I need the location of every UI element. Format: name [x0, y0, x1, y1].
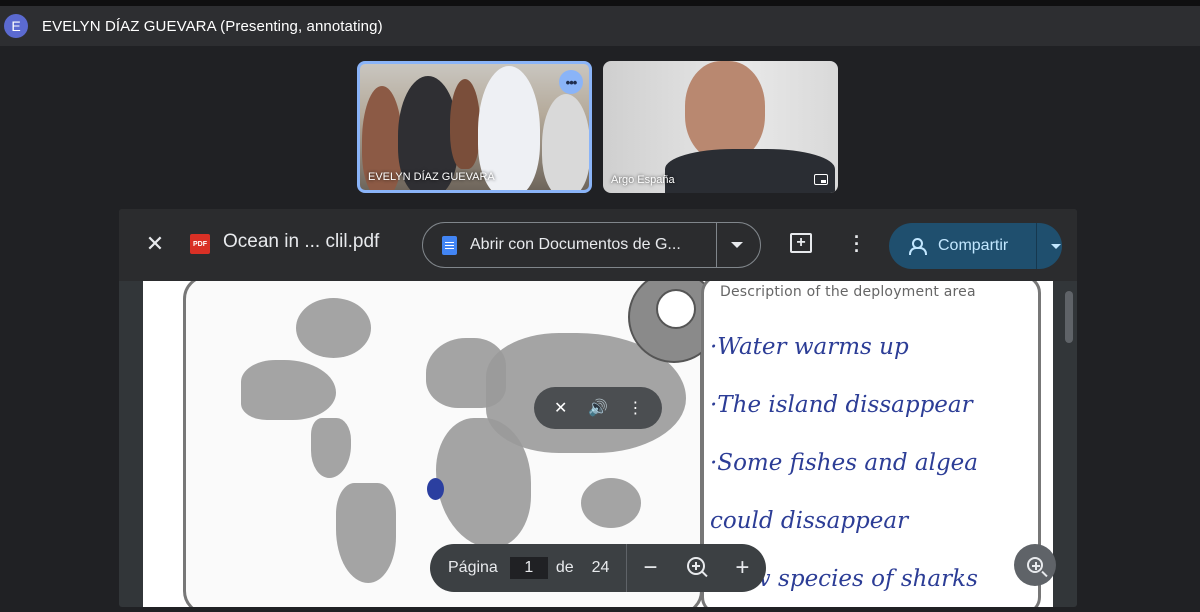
page-number-input[interactable]: 1: [509, 557, 548, 579]
viewer-toolbar: ✕ PDF Ocean in ... clil.pdf Abrir con Do…: [119, 209, 1077, 281]
volume-icon[interactable]: 🔊: [585, 398, 611, 418]
note-line: ·Some fishes and algea: [710, 450, 979, 476]
map-landmass: [241, 360, 336, 420]
pdf-icon: PDF: [190, 234, 210, 254]
scrollbar[interactable]: [1065, 291, 1073, 343]
add-comment-icon[interactable]: +: [790, 233, 812, 253]
map-landmass: [296, 298, 371, 358]
divider: [1036, 223, 1037, 269]
map-landmass: [336, 483, 396, 583]
of-label: de: [555, 559, 574, 576]
more-vert-icon[interactable]: · · ·: [854, 228, 860, 260]
share-button[interactable]: Compartir: [889, 223, 1062, 269]
video-person: [450, 79, 480, 169]
unpin-icon[interactable]: ✕: [548, 398, 574, 418]
zoom-out-button[interactable]: −: [627, 556, 673, 580]
participant-name: Argo España: [611, 174, 675, 186]
zoom-in-icon: [687, 557, 706, 575]
presenter-bar: E EVELYN DÍAZ GUEVARA (Presenting, annot…: [0, 0, 1200, 46]
annotation-dot: [427, 478, 444, 500]
participant-tile-evelyn[interactable]: ••• EVELYN DÍAZ GUEVARA: [357, 61, 592, 193]
participant-tile-argo[interactable]: Argo España: [603, 61, 838, 193]
open-with-label: Abrir con Documentos de G...: [470, 236, 681, 253]
note-line: ·Water warms up: [710, 334, 909, 360]
divider: [716, 222, 717, 268]
share-label: Compartir: [938, 237, 1009, 254]
google-docs-icon: [442, 235, 457, 255]
close-icon[interactable]: ✕: [145, 233, 165, 255]
open-with-button[interactable]: Abrir con Documentos de G...: [422, 222, 761, 268]
people-icon: [909, 238, 929, 255]
more-options-icon[interactable]: •••: [559, 70, 583, 94]
presenter-title: EVELYN DÍAZ GUEVARA (Presenting, annotat…: [42, 17, 383, 35]
total-pages: 24: [591, 559, 610, 576]
presenter-avatar: E: [4, 14, 28, 38]
video-person: [542, 94, 589, 190]
file-name: Ocean in ... clil.pdf: [223, 231, 380, 252]
note-line: ·The island dissappear: [710, 392, 973, 418]
notes-heading: Description of the deployment area: [720, 284, 976, 300]
video-shirt: [665, 149, 835, 193]
more-vert-icon[interactable]: ⋮: [622, 398, 648, 418]
page-controls: Página 1 de 24 − +: [430, 544, 766, 592]
zoom-fit-button[interactable]: [673, 556, 719, 580]
participant-name: EVELYN DÍAZ GUEVARA: [368, 171, 495, 183]
map-landmass: [311, 418, 351, 478]
zoom-in-icon: [1027, 557, 1043, 573]
picture-in-picture-icon[interactable]: [814, 174, 828, 185]
page-label: Página: [448, 559, 498, 576]
video-face: [685, 61, 765, 161]
chevron-down-icon[interactable]: [731, 242, 743, 248]
zoom-in-button[interactable]: +: [719, 556, 765, 580]
map-landmass: [581, 478, 641, 528]
zoom-magnifier-button[interactable]: [1014, 544, 1056, 586]
chevron-down-icon[interactable]: [1051, 243, 1061, 249]
note-line: could dissappear: [710, 508, 909, 534]
video-controls-overlay: ✕ 🔊 ⋮: [534, 387, 662, 429]
